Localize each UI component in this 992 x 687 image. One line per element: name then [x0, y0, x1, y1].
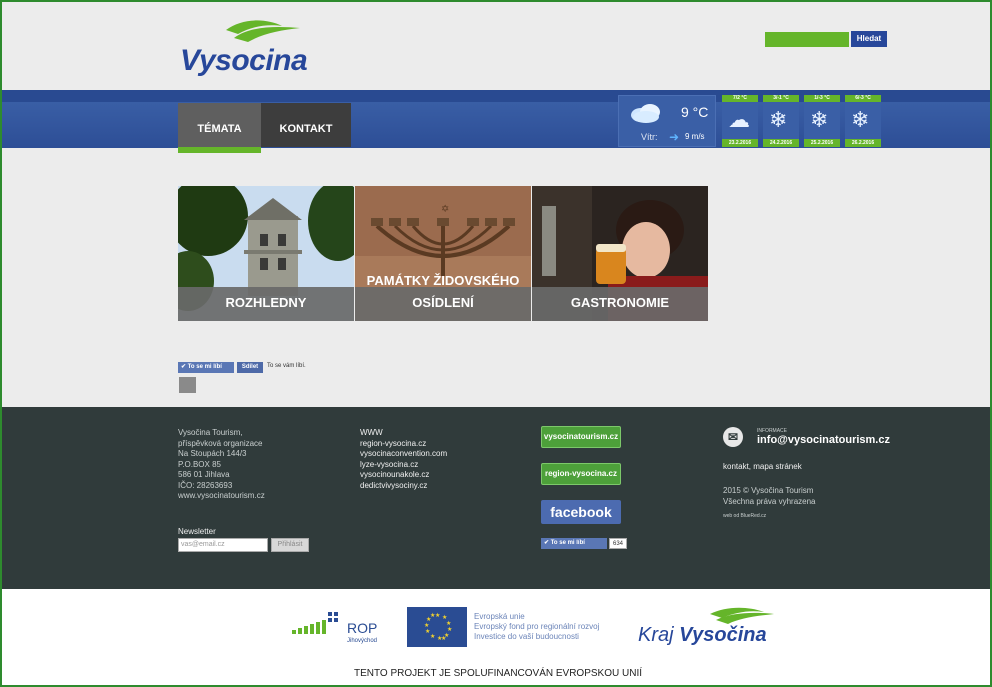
eu-line: Investice do vaší budoucnosti — [474, 632, 579, 641]
forecast-day: 6/-3 °C ❄ 26.2.2016 — [845, 95, 881, 147]
copyright-line: 2015 © Vysočina Tourism — [723, 486, 814, 495]
region-vysocina-badge[interactable]: region-vysocina.cz — [541, 463, 621, 485]
newsletter-email-input[interactable]: vas@email.cz — [178, 538, 268, 552]
newsletter-label: Newsletter — [178, 527, 216, 536]
tab-temata[interactable]: TÉMATA — [178, 103, 261, 147]
forecast-temp: 3/-1 °C — [763, 95, 799, 102]
org-address: Vysočina Tourism, příspěvková organizace… — [178, 428, 265, 502]
forecast-temp: 1/-3 °C — [804, 95, 840, 102]
kraj-vysocina-logo: Kraj Vysočina — [638, 624, 767, 647]
facebook-button[interactable]: facebook — [541, 500, 621, 524]
wind-arrow-icon: ➜ — [669, 130, 680, 144]
page-frame: Vysocina Hledat TÉMATA KONTAKT 9 °C Vítr… — [0, 0, 992, 687]
newsletter-subscribe-button[interactable]: Přihlásit — [271, 538, 309, 552]
svg-text:★: ★ — [441, 635, 446, 642]
org-line: příspěvková organizace — [178, 438, 263, 448]
www-heading: WWW — [360, 428, 383, 437]
wind-speed: 9 m/s — [685, 132, 705, 141]
rop-label: ROP — [347, 620, 378, 636]
tile-gastronomie[interactable]: GASTRONOMIE — [532, 186, 708, 321]
forecast-day: 3/-1 °C ❄ 24.2.2016 — [763, 95, 799, 147]
forecast-day: 1/-3 °C ❄ 25.2.2016 — [804, 95, 840, 147]
tile-pamatky[interactable]: ✡ PAMÁTKY ŽIDOVSKÉHO OSÍDLENÍ — [355, 186, 531, 321]
eu-line: Evropský fond pro regionální rozvoj — [474, 622, 600, 631]
current-temperature: 9 °C — [681, 104, 709, 120]
svg-text:★: ★ — [430, 612, 435, 619]
cloud-icon — [629, 102, 663, 129]
forecast-date: 26.2.2016 — [845, 139, 881, 147]
contact-links[interactable]: kontakt, mapa stránek — [723, 462, 802, 473]
forecast-temp: 6/-3 °C — [845, 95, 881, 102]
vysocina-logo[interactable]: Vysocina — [174, 16, 324, 78]
kraj-word: Kraj — [638, 624, 674, 646]
org-name: Vysočina Tourism, — [178, 428, 243, 437]
snow-icon: ❄ — [810, 107, 829, 132]
forecast-day: 7/2 °C ☁ 23.2.2016 — [722, 95, 758, 147]
tile-rozhledny[interactable]: ROZHLEDNY — [178, 186, 354, 321]
snow-icon: ❄ — [851, 107, 870, 132]
org-line: Na Stoupách 144/3 — [178, 449, 247, 458]
snow-icon: ❄ — [769, 107, 788, 132]
copyright-line: Všechna práva vyhrazena — [723, 496, 816, 506]
org-line: IČO: 28263693 — [178, 480, 233, 490]
active-tab-indicator — [178, 147, 261, 153]
forecast-date: 25.2.2016 — [804, 139, 840, 147]
www-link[interactable]: vysocinaconvention.com — [360, 449, 447, 460]
info-icon: ✉ — [723, 427, 743, 447]
svg-text:★: ★ — [435, 612, 440, 619]
search-input[interactable] — [765, 32, 849, 47]
weather-current: 9 °C Vítr: ➜ 9 m/s — [618, 95, 716, 147]
org-website-link[interactable]: www.vysocinatourism.cz — [178, 491, 265, 502]
www-link[interactable]: region-vysocina.cz — [360, 439, 447, 450]
tile-label: PAMÁTKY ŽIDOVSKÉHO — [366, 273, 520, 288]
web-by-link[interactable]: web od BlueRed.cz — [723, 511, 766, 522]
svg-text:★: ★ — [424, 622, 429, 629]
eu-flag-icon: ★ ★★ ★★★ ★★★ ★★★ — [407, 607, 467, 647]
wind-label: Vítr: — [641, 132, 658, 142]
tile-label: GASTRONOMIE — [570, 295, 670, 310]
www-link[interactable]: vysocinounakole.cz — [360, 470, 447, 481]
tile-label: ROZHLEDNY — [225, 295, 307, 310]
cofunding-note: TENTO PROJEKT JE SPOLUFINANCOVÁN EVROPSK… — [353, 668, 643, 679]
tile-label: OSÍDLENÍ — [412, 295, 474, 310]
search-button[interactable]: Hledat — [851, 31, 887, 47]
like-count: 634 — [609, 538, 627, 549]
avatar[interactable] — [179, 377, 196, 393]
org-line: P.O.BOX 85 — [178, 459, 221, 469]
www-link[interactable]: lyze-vysocina.cz — [360, 460, 447, 471]
facebook-like-label: To se mi líbí — [550, 540, 585, 546]
rain-cloud-icon: ☁ — [728, 107, 750, 132]
logo-text: Vysocina — [180, 44, 308, 77]
logo-wing-icon — [226, 20, 300, 42]
svg-text:★: ★ — [430, 633, 435, 640]
forecast-temp: 7/2 °C — [722, 95, 758, 102]
org-line: 586 01 Jihlava — [178, 470, 230, 479]
svg-text:★: ★ — [425, 628, 430, 635]
forecast-date: 24.2.2016 — [763, 139, 799, 147]
rop-sublabel: Jihovýchod — [347, 638, 378, 644]
info-email-link[interactable]: info@vysocinatourism.cz — [757, 435, 890, 446]
eu-line: Evropská unie — [474, 612, 525, 621]
eu-text: Evropská unie Evropský fond pro regionál… — [474, 612, 599, 642]
nav-band — [2, 90, 990, 148]
www-link[interactable]: dedictvivysociny.cz — [360, 481, 447, 492]
tab-kontakt[interactable]: KONTAKT — [261, 103, 351, 147]
vysocina-word: Vysočina — [679, 624, 767, 646]
copyright: 2015 © Vysočina Tourism Všechna práva vy… — [723, 486, 816, 507]
like-text: To se vám líbí. — [267, 363, 306, 369]
like-button[interactable]: ✔ To se mi líbí — [178, 362, 234, 373]
vysocinatourism-badge[interactable]: vysocinatourism.cz — [541, 426, 621, 448]
forecast-date: 23.2.2016 — [722, 139, 758, 147]
share-button[interactable]: Sdílet — [237, 362, 263, 373]
svg-text:✡: ✡ — [441, 204, 449, 215]
like-button-label: To se mi líbí — [187, 364, 222, 370]
facebook-like-button[interactable]: ✔ To se mi líbí — [541, 538, 607, 549]
www-links: WWW region-vysocina.cz vysocinaconventio… — [360, 428, 447, 491]
